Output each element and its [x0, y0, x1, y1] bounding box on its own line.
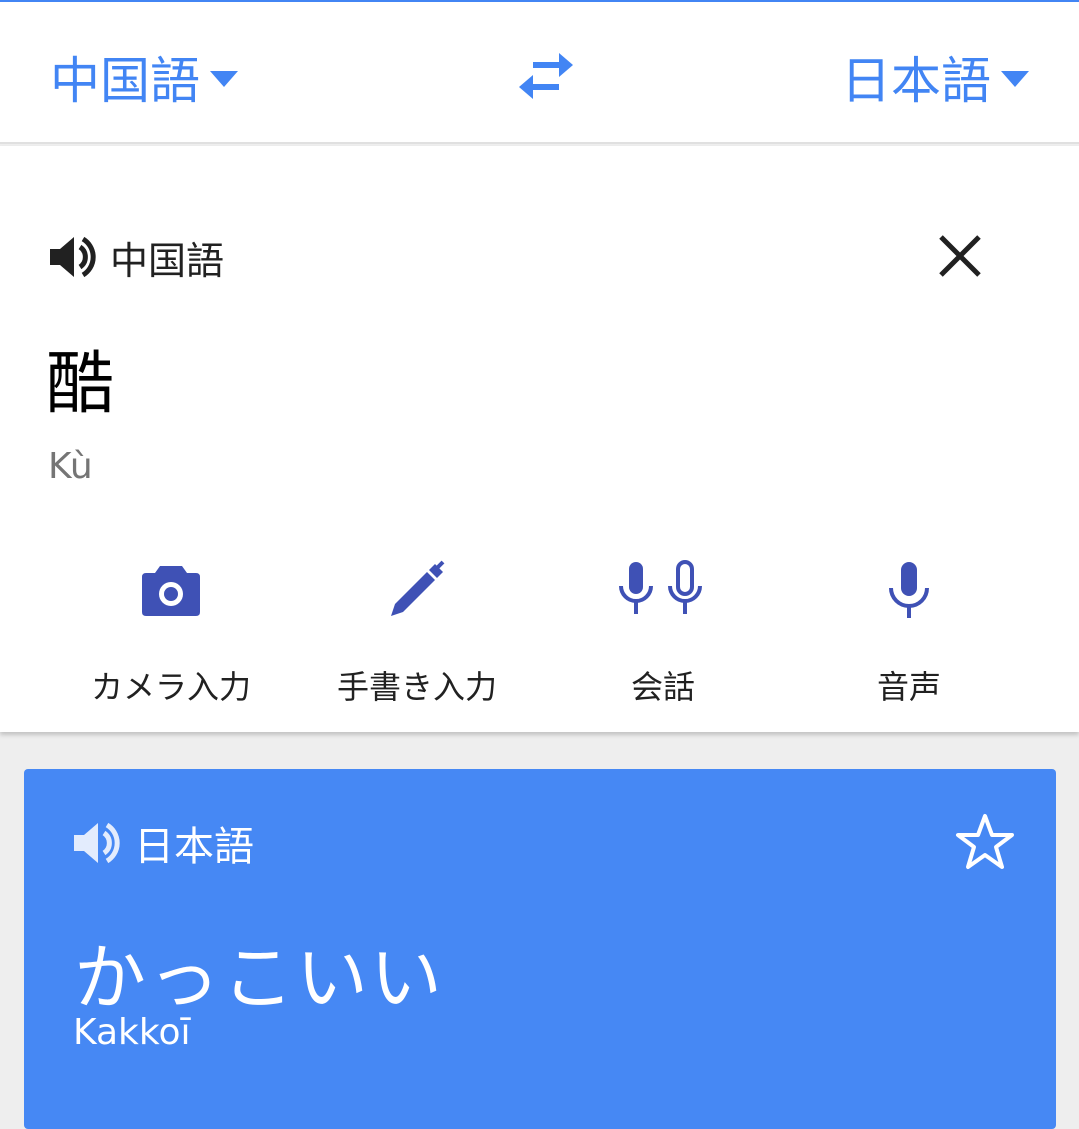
camera-icon [142, 566, 200, 616]
tool-label: カメラ入力 [90, 668, 251, 706]
close-icon [939, 235, 981, 277]
conversation-button[interactable]: 会話 [540, 558, 786, 708]
speaker-icon[interactable] [72, 821, 120, 865]
result-header: 日本語 [72, 815, 254, 871]
swap-languages-button[interactable] [512, 46, 580, 106]
dropdown-caret-icon [1001, 71, 1029, 87]
source-language-selector[interactable]: 中国語 [50, 44, 238, 110]
source-language-heading: 中国語 [110, 238, 225, 283]
input-card: 中国語 酷 Kù カメラ入力 手書き入力 会話 音声 [0, 146, 1079, 732]
save-phrase-button[interactable] [952, 809, 1018, 875]
translation-result-card[interactable]: 日本語 かっこいい Kakkoī [24, 769, 1056, 1129]
target-language-label: 日本語 [841, 52, 991, 110]
tool-label: 会話 [630, 668, 695, 706]
source-transliteration: Kù [48, 446, 93, 487]
voice-input-button[interactable]: 音声 [786, 558, 1032, 708]
handwriting-input-button[interactable]: 手書き入力 [294, 558, 540, 708]
swap-arrows-icon [519, 53, 573, 99]
input-tools: カメラ入力 手書き入力 会話 音声 [48, 558, 1032, 708]
tool-label: 手書き入力 [336, 668, 497, 706]
language-bar: 中国語 日本語 [0, 2, 1079, 144]
pen-icon [391, 560, 445, 616]
camera-input-button[interactable]: カメラ入力 [48, 558, 294, 708]
conversation-mic-icon [619, 560, 702, 614]
translated-transliteration: Kakkoī [73, 1012, 191, 1053]
target-language-heading: 日本語 [134, 824, 254, 870]
translated-text: かっこいい [74, 936, 445, 1020]
source-text[interactable]: 酷 [46, 328, 114, 427]
source-language-label: 中国語 [50, 52, 200, 110]
star-outline-icon [956, 814, 1014, 869]
speaker-icon[interactable] [48, 235, 96, 279]
source-header: 中国語 [48, 232, 225, 283]
mic-icon [889, 562, 929, 618]
clear-input-button[interactable] [930, 226, 990, 286]
dropdown-caret-icon [210, 71, 238, 87]
tool-label: 音声 [876, 668, 941, 706]
target-language-selector[interactable]: 日本語 [841, 44, 1029, 110]
